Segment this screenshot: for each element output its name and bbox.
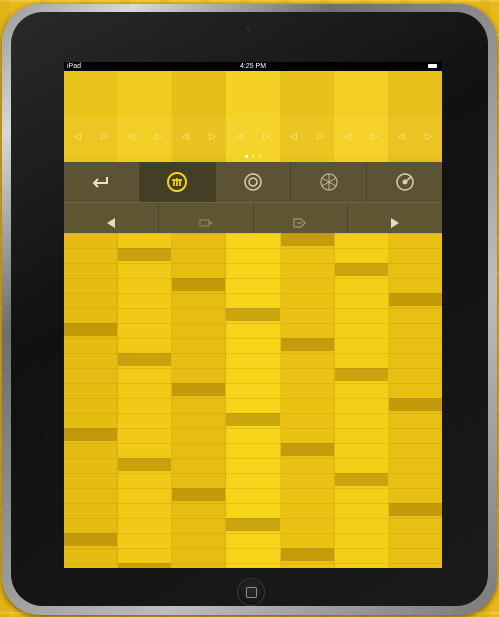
step-marker[interactable] xyxy=(388,503,442,516)
step-marker[interactable] xyxy=(388,293,442,306)
step-marker[interactable] xyxy=(334,368,388,381)
page-indicator[interactable] xyxy=(64,155,442,161)
disc-button[interactable] xyxy=(367,162,442,202)
grid-column[interactable] xyxy=(280,233,335,568)
step-marker[interactable] xyxy=(388,398,442,411)
step-marker[interactable] xyxy=(172,383,226,396)
step-marker[interactable] xyxy=(118,248,172,261)
arrow-right-icon[interactable]: ▷ xyxy=(311,131,331,142)
export-icon xyxy=(293,218,307,228)
step-marker[interactable] xyxy=(334,473,388,486)
step-marker[interactable] xyxy=(280,233,334,246)
step-marker[interactable] xyxy=(64,533,118,546)
tool-toolbar xyxy=(64,162,442,202)
arrow-left-icon[interactable]: ◁ xyxy=(176,131,196,142)
arrow-left-icon[interactable]: ◁ xyxy=(338,131,358,142)
step-marker[interactable] xyxy=(226,413,280,426)
arrow-left-icon[interactable]: ◁ xyxy=(122,131,142,142)
page-dot[interactable] xyxy=(258,155,262,158)
app-screen: iPad 4:25 PM ◁ ▷ ◁ ▷ ◁ ▷ ◁ ▷ ◁ ▷ ◁ ▷ ◁ ▷ xyxy=(64,62,442,568)
step-marker[interactable] xyxy=(280,443,334,456)
status-time: 4:25 PM xyxy=(239,63,267,70)
record-icon xyxy=(244,173,262,191)
page-dot[interactable] xyxy=(251,155,255,158)
arrow-right-icon[interactable]: ▷ xyxy=(95,131,115,142)
camera-icon xyxy=(245,26,251,32)
grid-column[interactable] xyxy=(334,233,389,568)
previous-icon xyxy=(106,218,115,228)
step-grid[interactable] xyxy=(64,233,442,568)
arrow-right-icon[interactable]: ▷ xyxy=(419,131,439,142)
step-marker[interactable] xyxy=(226,308,280,321)
arrow-right-icon[interactable]: ▷ xyxy=(257,131,277,142)
hand-tool-button[interactable] xyxy=(139,162,216,202)
arrow-right-icon[interactable]: ▷ xyxy=(203,131,223,142)
grid-column[interactable] xyxy=(172,233,227,568)
arrow-right-icon[interactable]: ▷ xyxy=(365,131,385,142)
view-icon xyxy=(199,219,212,227)
next-icon xyxy=(391,218,400,228)
record-button[interactable] xyxy=(216,162,292,202)
grid-column[interactable] xyxy=(388,233,442,568)
step-marker[interactable] xyxy=(280,338,334,351)
arrow-left-icon[interactable]: ◁ xyxy=(284,131,304,142)
disc-icon xyxy=(395,173,414,191)
step-marker[interactable] xyxy=(118,353,172,366)
hand-icon xyxy=(167,172,188,192)
step-marker[interactable] xyxy=(280,548,334,561)
arrow-left-icon[interactable]: ◁ xyxy=(230,131,250,142)
grid-column[interactable] xyxy=(226,233,281,568)
step-marker[interactable] xyxy=(172,278,226,291)
arrow-left-icon[interactable]: ◁ xyxy=(68,131,88,142)
pattern-panel[interactable]: ◁ ▷ ◁ ▷ ◁ ▷ ◁ ▷ ◁ ▷ ◁ ▷ ◁ ▷ xyxy=(64,71,442,243)
step-marker[interactable] xyxy=(118,458,172,471)
shape-button[interactable] xyxy=(291,162,368,202)
undo-button[interactable] xyxy=(64,162,140,202)
home-button[interactable] xyxy=(237,578,265,606)
grid-lines xyxy=(118,233,172,568)
grid-lines xyxy=(280,233,334,568)
arrow-row[interactable]: ◁ ▷ ◁ ▷ ◁ ▷ ◁ ▷ ◁ ▷ ◁ ▷ ◁ ▷ xyxy=(64,116,442,156)
step-marker[interactable] xyxy=(64,428,118,441)
step-marker[interactable] xyxy=(64,323,118,336)
grid-column[interactable] xyxy=(64,233,119,568)
home-square-icon xyxy=(245,586,257,598)
shape-icon xyxy=(320,173,338,191)
step-marker[interactable] xyxy=(118,563,172,568)
status-bar: iPad 4:25 PM xyxy=(64,62,442,71)
arrow-right-icon[interactable]: ▷ xyxy=(149,131,169,142)
page-dot[interactable] xyxy=(244,155,248,158)
grid-column[interactable] xyxy=(118,233,173,568)
step-marker[interactable] xyxy=(334,263,388,276)
step-marker[interactable] xyxy=(226,518,280,531)
grid-lines xyxy=(334,233,388,568)
step-marker[interactable] xyxy=(172,488,226,501)
grid-lines xyxy=(64,233,118,568)
undo-icon xyxy=(92,177,109,188)
arrow-left-icon[interactable]: ◁ xyxy=(392,131,412,142)
battery-icon xyxy=(428,64,437,68)
